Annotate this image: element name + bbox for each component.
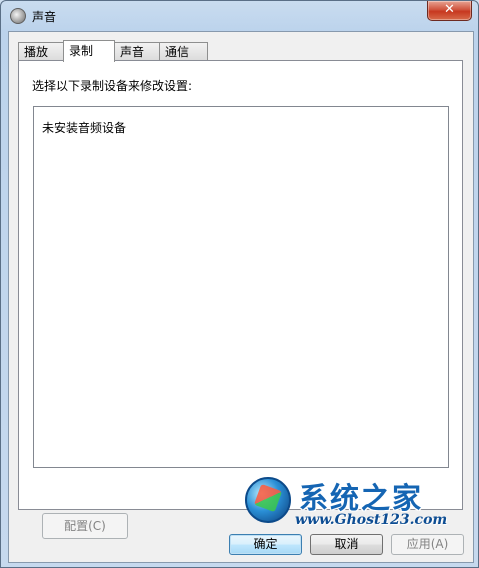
- close-icon: ✕: [444, 2, 455, 17]
- no-devices-message: 未安装音频设备: [42, 121, 127, 135]
- tab-sounds[interactable]: 声音: [114, 42, 160, 60]
- speaker-icon: [10, 8, 26, 24]
- cancel-button[interactable]: 取消: [310, 534, 383, 555]
- recording-device-list[interactable]: 未安装音频设备: [33, 106, 449, 468]
- configure-button[interactable]: 配置(C): [42, 513, 128, 539]
- title-bar[interactable]: 声音 ✕: [1, 1, 478, 31]
- instruction-text: 选择以下录制设备来修改设置:: [32, 79, 193, 93]
- close-button[interactable]: ✕: [427, 1, 472, 21]
- dialog-client-area: 播放 录制 声音 通信 选择以下录制设备来修改设置: 未安装音频设备 配置(C)…: [8, 31, 474, 563]
- tab-recording[interactable]: 录制: [63, 40, 115, 62]
- recording-tab-panel: 选择以下录制设备来修改设置: 未安装音频设备 配置(C): [18, 60, 463, 539]
- apply-button[interactable]: 应用(A): [391, 534, 464, 555]
- ok-button[interactable]: 确定: [229, 534, 302, 555]
- tab-communications[interactable]: 通信: [159, 42, 208, 60]
- sound-dialog: 声音 ✕ 播放 录制 声音 通信 选择以下录制设备来修改设置: 未安装音频设备 …: [0, 0, 479, 568]
- tab-playback[interactable]: 播放: [18, 42, 64, 60]
- window-title: 声音: [32, 10, 57, 24]
